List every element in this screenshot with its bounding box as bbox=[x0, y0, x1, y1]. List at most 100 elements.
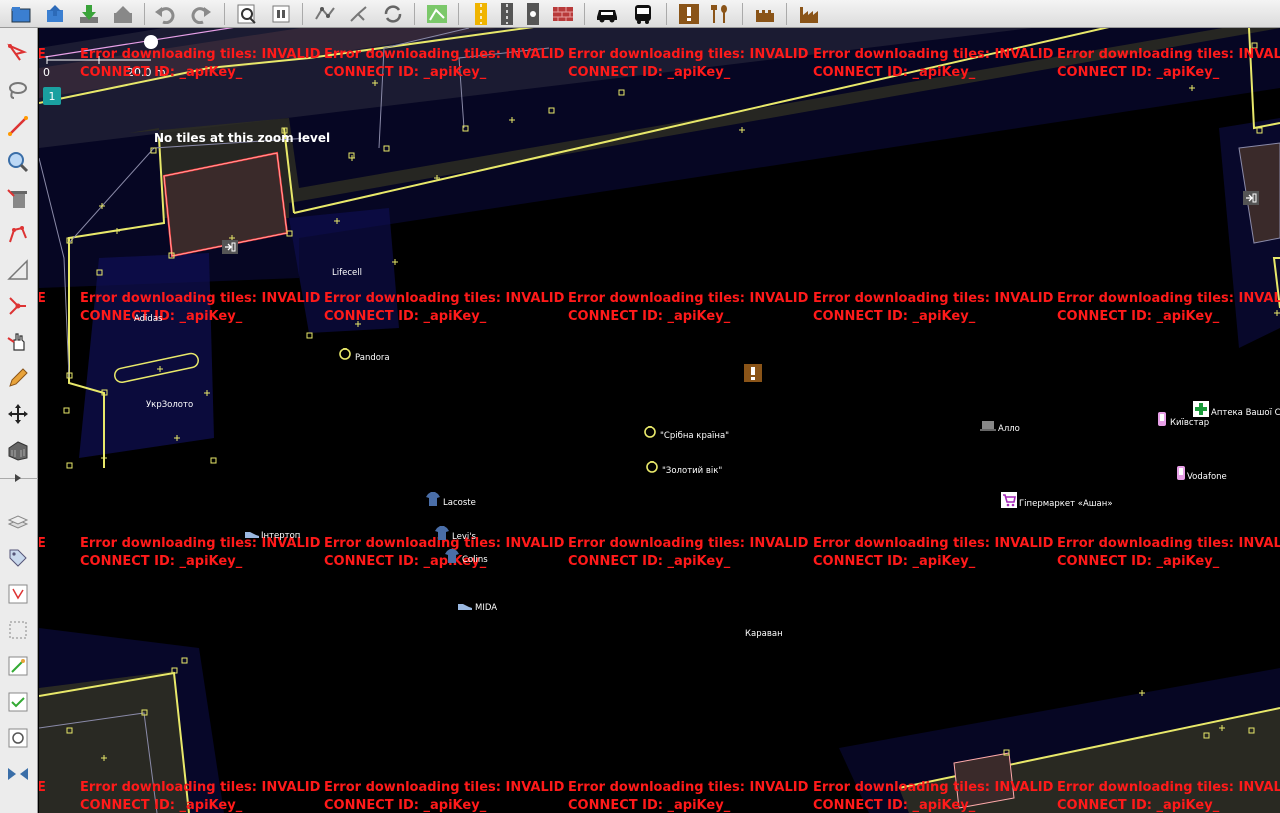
filter-button[interactable] bbox=[424, 1, 450, 26]
undo-button[interactable] bbox=[152, 1, 178, 26]
tile-error-line1: Error downloading tiles: INVALID bbox=[813, 536, 1054, 551]
phone-icon[interactable] bbox=[1176, 465, 1186, 481]
poi-label-pharmacy: Аптека Вашої Сім bbox=[1211, 408, 1280, 418]
building-tool[interactable] bbox=[4, 436, 32, 464]
cart-icon[interactable] bbox=[1001, 492, 1017, 508]
changeset-panel-toggle[interactable] bbox=[4, 652, 32, 680]
lasso-tool[interactable] bbox=[4, 76, 32, 104]
preset-bus-button[interactable] bbox=[630, 1, 656, 26]
relations-panel-toggle[interactable] bbox=[4, 580, 32, 608]
entrance-icon[interactable] bbox=[222, 240, 238, 254]
preset-barrier-button[interactable] bbox=[550, 1, 576, 26]
laptop-icon[interactable] bbox=[980, 420, 996, 432]
upload-button[interactable] bbox=[110, 1, 136, 26]
tile-error-line1: Error downloading tiles: INVALID bbox=[80, 291, 321, 306]
download-button[interactable] bbox=[76, 1, 102, 26]
history-panel-toggle[interactable] bbox=[4, 724, 32, 752]
tile-error-line2: CONNECT ID: _apiKey_ bbox=[813, 309, 976, 324]
open-location-button[interactable] bbox=[42, 1, 68, 26]
tile-error-line2: CONNECT ID: _apiKey_ bbox=[568, 798, 731, 813]
changeset-icon bbox=[8, 656, 28, 676]
history-icon bbox=[8, 728, 28, 748]
preset-highway-button[interactable] bbox=[494, 1, 520, 26]
ring-icon[interactable] bbox=[643, 424, 657, 438]
node-tool[interactable] bbox=[4, 292, 32, 320]
settings-button[interactable] bbox=[268, 1, 294, 26]
poi-label-levis: Levi's bbox=[452, 532, 476, 542]
delete-tool[interactable] bbox=[4, 184, 32, 212]
preset-food-button[interactable] bbox=[706, 1, 732, 26]
select-tool[interactable] bbox=[4, 40, 32, 68]
tags-panel-toggle[interactable] bbox=[4, 544, 32, 572]
preset-car-button[interactable] bbox=[594, 1, 620, 26]
tile-error-line1: Error downloading tiles: INVALID bbox=[80, 780, 321, 795]
combine-way-button[interactable] bbox=[346, 1, 372, 26]
tile-error-line2: CONNECT ID: _apiKey_ bbox=[813, 554, 976, 569]
entrance-icon[interactable] bbox=[1243, 191, 1259, 205]
tile-error-line1: Error downloading tiles: INVALID bbox=[813, 47, 1054, 62]
preset-castle-button[interactable] bbox=[752, 1, 778, 26]
tile-error-message: Error downloading tiles: INVALID CONNECT … bbox=[324, 779, 564, 813]
preset-traffic-light-button[interactable] bbox=[520, 1, 546, 26]
tile-error-line2: CONNECT ID: _apiKey_ bbox=[1057, 798, 1220, 813]
preset-road-button[interactable] bbox=[468, 1, 494, 26]
tile-error-message: Error downloading tiles: INVALID CONNECT … bbox=[813, 535, 1053, 571]
filter-grid-icon bbox=[427, 4, 447, 23]
tile-error-message: Error downloading tiles: INVALID CONNECT … bbox=[1057, 535, 1280, 571]
tile-error-line1: Error downloading tiles: INVALID bbox=[813, 780, 1054, 795]
tile-error-line2: CONNECT ID: _apiKey_ bbox=[568, 554, 731, 569]
shirt-icon[interactable] bbox=[444, 548, 460, 564]
reverse-arrows-icon bbox=[384, 4, 402, 23]
move-hand-tool[interactable] bbox=[4, 328, 32, 356]
preset-factory-button[interactable] bbox=[796, 1, 822, 26]
sidebar-collapse-arrow-icon[interactable] bbox=[15, 474, 21, 482]
tile-error-line: Error downloading tiles: INVALID bbox=[39, 536, 47, 551]
layer-badge[interactable]: 1 bbox=[43, 87, 61, 105]
shirt-icon[interactable] bbox=[425, 491, 441, 507]
pencil-tool[interactable] bbox=[4, 364, 32, 392]
tile-error-line1: Error downloading tiles: INVALID bbox=[568, 291, 809, 306]
reverse-way-button[interactable] bbox=[380, 1, 406, 26]
exclamation-icon[interactable] bbox=[744, 364, 762, 382]
preferences-button[interactable] bbox=[234, 1, 260, 26]
tile-error-line2: CONNECT ID: _apiKey_ bbox=[80, 309, 243, 324]
highway-icon bbox=[501, 2, 513, 25]
scale-zero-label: 0 bbox=[43, 66, 50, 79]
validation-panel-toggle[interactable] bbox=[4, 688, 32, 716]
tile-error-line2: CONNECT ID: _apiKey_ bbox=[1057, 65, 1220, 80]
align-circle-tool[interactable] bbox=[4, 220, 32, 248]
ring-icon[interactable] bbox=[338, 346, 352, 360]
shoe-icon[interactable] bbox=[457, 600, 473, 612]
ring-icon[interactable] bbox=[645, 459, 659, 473]
castle-icon bbox=[756, 9, 774, 22]
download-icon bbox=[80, 4, 98, 23]
preset-warning-button[interactable] bbox=[676, 1, 702, 26]
bus-icon bbox=[635, 4, 651, 24]
move-tool[interactable] bbox=[4, 400, 32, 428]
main-toolbar bbox=[0, 0, 1280, 28]
poi-label-lacoste: Lacoste bbox=[443, 498, 476, 508]
map-canvas[interactable] bbox=[39, 28, 1280, 813]
factory-icon bbox=[800, 6, 818, 23]
align-circle-icon bbox=[9, 226, 27, 243]
selection-panel-toggle[interactable] bbox=[4, 616, 32, 644]
map-view[interactable]: 0 20.0 m 1 No tiles at this zoom level E… bbox=[39, 28, 1280, 813]
combine-way-icon bbox=[350, 5, 367, 22]
layers-panel-toggle[interactable] bbox=[4, 508, 32, 536]
phone-icon[interactable] bbox=[1157, 411, 1167, 427]
edit-tools-sidebar bbox=[0, 28, 38, 813]
zoom-tool[interactable] bbox=[4, 148, 32, 176]
conflict-panel-toggle[interactable] bbox=[4, 760, 32, 788]
angle-tool[interactable] bbox=[4, 256, 32, 284]
draw-tool[interactable] bbox=[4, 112, 32, 140]
draw-line-icon bbox=[8, 116, 28, 136]
pharmacy-cross-icon[interactable] bbox=[1193, 401, 1209, 417]
tile-error-line2: CONNECT ID: _apiKey_ bbox=[324, 798, 487, 813]
shirt-icon[interactable] bbox=[434, 525, 450, 541]
traffic-light-icon bbox=[527, 2, 539, 25]
redo-button[interactable] bbox=[188, 1, 214, 26]
split-way-button[interactable] bbox=[312, 1, 338, 26]
open-file-button[interactable] bbox=[8, 1, 34, 26]
poi-label-auchan: Гіпермаркет «Ашан» bbox=[1019, 499, 1113, 509]
shoe-icon[interactable] bbox=[244, 528, 260, 540]
